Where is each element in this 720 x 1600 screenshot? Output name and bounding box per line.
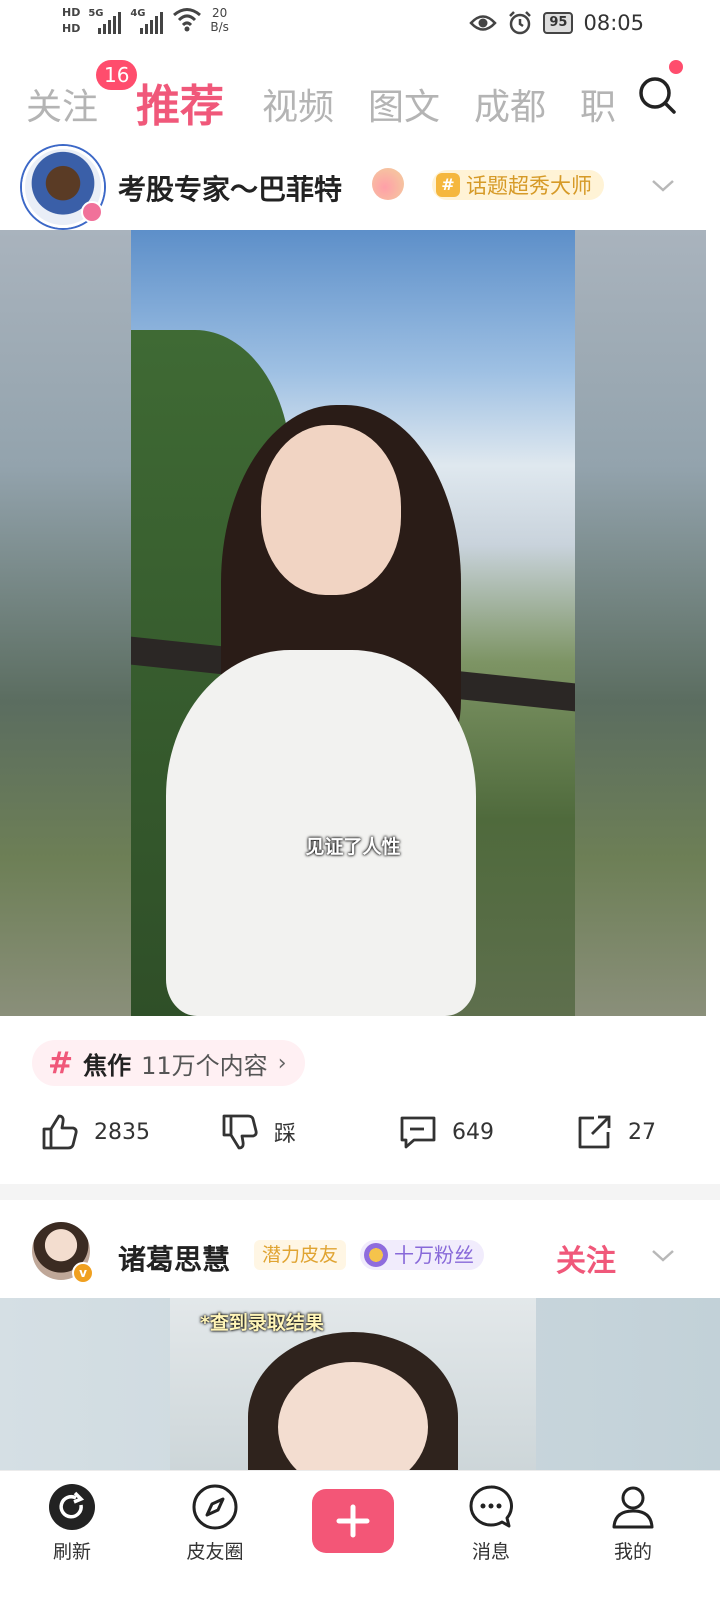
topic-master-badge[interactable]: # 话题超秀大师: [432, 170, 604, 200]
post1-video[interactable]: 见证了人性: [0, 230, 706, 1016]
search-icon[interactable]: [636, 74, 680, 118]
chevron-down-icon[interactable]: [650, 172, 676, 198]
net-speed: 20 B/s: [210, 6, 229, 34]
peach-emoji-icon: [372, 168, 404, 200]
comment-icon: [400, 1116, 436, 1149]
topic-name: 焦作: [83, 1051, 132, 1080]
topic-master-label: 话题超秀大师: [466, 174, 592, 198]
user-icon: [612, 1486, 654, 1529]
post1-username[interactable]: 考股专家～巴菲特: [118, 168, 342, 208]
tab-job[interactable]: 职: [580, 78, 616, 130]
follow-button[interactable]: 关注: [556, 1236, 616, 1280]
dislike-label: 踩: [274, 1122, 297, 1147]
wifi-icon: [173, 8, 202, 32]
fans-tag: 十万粉丝: [360, 1240, 484, 1270]
topic-count: 11万个内容: [141, 1051, 268, 1080]
verified-icon: v: [72, 1262, 94, 1284]
like-count: 2835: [94, 1119, 150, 1145]
status-left: HD HD 5G 4G 20 B/s: [62, 6, 229, 36]
bottom-nav: 刷新 皮友圈 消息 我的: [0, 1470, 720, 1600]
top-tab-bar: 关注 16 推荐 视频 图文 成都 职: [0, 60, 720, 140]
post1-header: 考股专家～巴菲特 # 话题超秀大师: [0, 140, 720, 230]
fans-tag-label: 十万粉丝: [394, 1243, 474, 1267]
tab-video[interactable]: 视频: [262, 78, 334, 130]
share-button[interactable]: 27: [574, 1112, 656, 1152]
tab-follow[interactable]: 关注: [26, 78, 98, 130]
message-icon: [469, 1485, 513, 1528]
battery-icon: 95: [543, 12, 574, 34]
status-bar: HD HD 5G 4G 20 B/s 95 08:05: [0, 0, 720, 50]
thumbs-down-icon: [222, 1114, 258, 1150]
nav-circle[interactable]: 皮友圈: [160, 1483, 270, 1564]
video-frame: 见证了人性: [131, 230, 575, 1016]
tab-recommend[interactable]: 推荐: [136, 70, 224, 134]
share-icon: [578, 1115, 611, 1149]
eye-icon: [469, 15, 498, 31]
notification-dot: [669, 60, 683, 74]
status-right: 95 08:05: [469, 10, 644, 36]
compass-icon: [192, 1484, 238, 1530]
tab-image-text[interactable]: 图文: [368, 78, 440, 130]
comment-count: 649: [452, 1119, 494, 1145]
nav-messages-label: 消息: [471, 1541, 510, 1563]
post1-actions: 2835 踩 649 27: [0, 1112, 720, 1162]
nav-refresh-label: 刷新: [52, 1541, 91, 1563]
dislike-button[interactable]: 踩: [220, 1112, 296, 1152]
avatar[interactable]: [22, 146, 104, 228]
like-button[interactable]: 2835: [40, 1112, 150, 1152]
nav-mine[interactable]: 我的: [578, 1483, 688, 1564]
nav-messages[interactable]: 消息: [436, 1483, 546, 1564]
nav-refresh[interactable]: 刷新: [17, 1483, 127, 1564]
post2-header: v 诸葛思慧 潜力皮友 十万粉丝 关注: [0, 1210, 720, 1298]
post2-username[interactable]: 诸葛思慧: [118, 1238, 230, 1278]
plus-icon: [336, 1504, 370, 1538]
publish-button[interactable]: [312, 1489, 394, 1553]
signal-5g-icon: 5G: [88, 6, 122, 34]
fans-medal-icon: [364, 1243, 388, 1267]
share-count: 27: [628, 1119, 656, 1145]
follow-badge: 16: [96, 60, 138, 90]
hd2-label: HD: [62, 22, 81, 35]
refresh-icon: [49, 1484, 95, 1530]
thumbs-up-icon: [42, 1114, 78, 1150]
hd-indicators: HD HD: [62, 6, 80, 36]
comment-button[interactable]: 649: [398, 1112, 494, 1152]
chevron-down-icon[interactable]: [650, 1242, 676, 1268]
avatar-badge-icon: [81, 201, 103, 223]
potential-tag: 潜力皮友: [254, 1240, 347, 1270]
hash-icon: #: [436, 173, 460, 197]
alarm-icon: [509, 11, 532, 35]
hash-icon: #: [48, 1045, 74, 1081]
nav-circle-label: 皮友圈: [186, 1541, 244, 1563]
clock: 08:05: [583, 11, 644, 35]
video-frame: *查到录取结果: [170, 1298, 536, 1470]
nav-mine-label: 我的: [613, 1541, 652, 1563]
video-caption: *查到录取结果: [200, 1312, 324, 1334]
chevron-right-icon: ›: [277, 1050, 287, 1076]
avatar[interactable]: v: [32, 1222, 94, 1284]
hd1-label: HD: [62, 6, 81, 19]
signal-4g-icon: 4G: [130, 6, 164, 34]
feed-divider: [0, 1184, 720, 1200]
tab-chengdu[interactable]: 成都: [474, 78, 546, 130]
video-subtitle: 见证了人性: [305, 836, 401, 858]
post2-video[interactable]: *查到录取结果: [0, 1298, 720, 1470]
topic-tag[interactable]: # 焦作 11万个内容 ›: [32, 1040, 305, 1086]
